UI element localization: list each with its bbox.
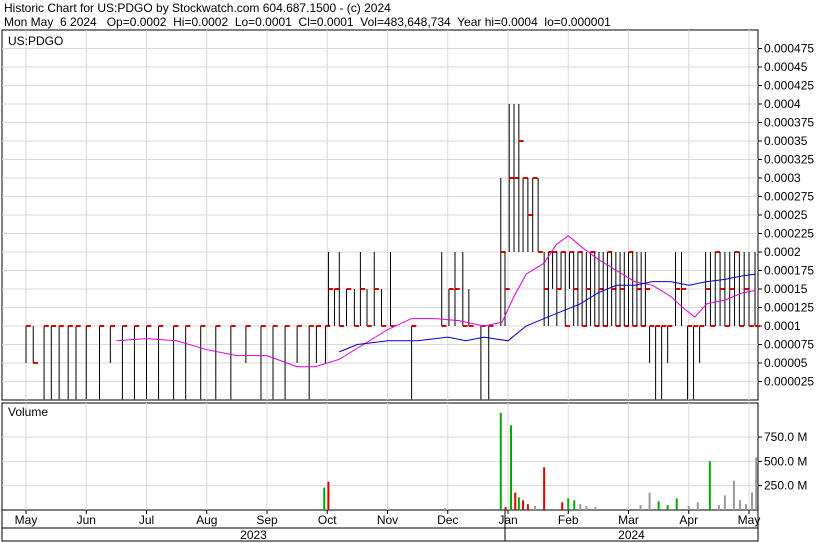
month-label: Mar bbox=[618, 513, 639, 527]
price-axis-label: 0.000475 bbox=[764, 42, 814, 56]
month-label: Sep bbox=[256, 513, 278, 527]
price-axis-label: 0.0004 bbox=[764, 97, 801, 111]
month-label: May bbox=[15, 513, 38, 527]
price-axis-label: 0.000075 bbox=[764, 338, 814, 352]
stock-chart: 0.0004750.000450.0004250.00040.0003750.0… bbox=[1, 29, 814, 542]
price-axis-label: 0.00005 bbox=[764, 356, 808, 370]
price-axis-label: 0.000175 bbox=[764, 264, 814, 278]
month-label: Oct bbox=[318, 513, 337, 527]
month-label: Dec bbox=[437, 513, 458, 527]
month-label: Jul bbox=[139, 513, 154, 527]
month-label: Nov bbox=[377, 513, 398, 527]
price-axis-label: 0.000375 bbox=[764, 116, 814, 130]
month-label: Apr bbox=[679, 513, 698, 527]
volume-axis-label: 250.0 M bbox=[764, 479, 807, 493]
year-label: 2023 bbox=[240, 528, 267, 542]
price-axis-label: 0.000275 bbox=[764, 190, 814, 204]
price-axis-label: 0.00015 bbox=[764, 282, 808, 296]
volume-axis-label: 500.0 M bbox=[764, 454, 807, 468]
year-label: 2024 bbox=[618, 528, 645, 542]
month-label: Jan bbox=[498, 513, 517, 527]
price-axis-label: 0.00035 bbox=[764, 134, 808, 148]
price-axis-label: 0.00025 bbox=[764, 208, 808, 222]
price-axis-label: 0.000025 bbox=[764, 375, 814, 389]
volume-panel-title: Volume bbox=[8, 405, 48, 419]
volume-axis-label: 750.0 M bbox=[764, 430, 807, 444]
price-axis-label: 0.000125 bbox=[764, 301, 814, 315]
price-axis-label: 0.00045 bbox=[764, 60, 808, 74]
month-label: May bbox=[738, 513, 761, 527]
price-axis-label: 0.0002 bbox=[764, 245, 801, 259]
price-axis-label: 0.000325 bbox=[764, 153, 814, 167]
price-axis-label: 0.000225 bbox=[764, 227, 814, 241]
price-axis-label: 0.0003 bbox=[764, 171, 801, 185]
month-label: Aug bbox=[196, 513, 217, 527]
month-label: Feb bbox=[558, 513, 579, 527]
price-panel-title: US:PDGO bbox=[8, 34, 63, 48]
volume-panel-frame bbox=[1, 402, 759, 511]
price-axis-label: 0.000425 bbox=[764, 79, 814, 93]
month-label: Jun bbox=[77, 513, 96, 527]
price-axis-label: 0.0001 bbox=[764, 319, 801, 333]
